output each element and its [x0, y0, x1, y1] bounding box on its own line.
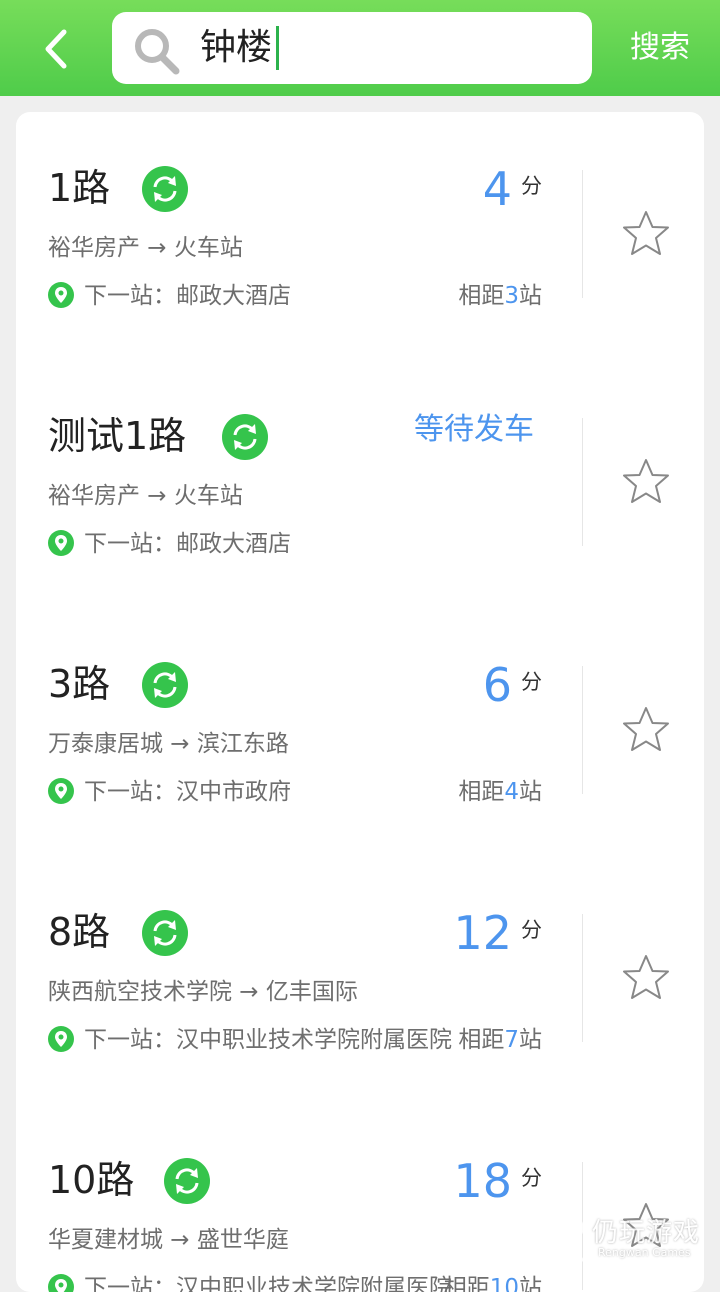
search-query-text[interactable]: 钟楼 — [200, 26, 280, 70]
distance-suffix: 站 — [519, 779, 542, 805]
divider — [582, 170, 583, 298]
eta-value: 12 — [453, 906, 512, 960]
route-direction: 华夏建材城 → 盛世华庭 — [48, 1227, 289, 1253]
refresh-icon[interactable] — [142, 662, 188, 708]
refresh-icon[interactable] — [142, 910, 188, 956]
distance-text: 相距10站 — [444, 1272, 542, 1292]
eta-value: 18 — [453, 1154, 512, 1208]
location-pin-icon — [48, 282, 74, 308]
watermark-title: 仍玩游戏 — [592, 1218, 701, 1248]
route-name: 1路 — [48, 166, 111, 210]
search-button[interactable]: 搜索 — [612, 24, 708, 72]
refresh-icon[interactable] — [164, 1158, 210, 1204]
distance-prefix: 相距 — [443, 1275, 490, 1292]
distance-prefix: 相距 — [458, 1027, 505, 1053]
distance-suffix: 站 — [519, 1027, 542, 1053]
distance-prefix: 相距 — [458, 779, 505, 805]
distance-count: 4 — [504, 779, 519, 805]
refresh-icon[interactable] — [142, 166, 188, 212]
divider — [582, 666, 583, 794]
star-icon[interactable] — [620, 456, 672, 508]
next-stop-label: 下一站： — [84, 779, 176, 805]
route-name: 3路 — [48, 662, 111, 706]
distance-suffix: 站 — [519, 283, 542, 309]
watermark-logo-icon — [544, 1216, 585, 1262]
route-name: 10路 — [48, 1158, 135, 1202]
next-stop-name: 汉中职业技术学院附属医院 — [176, 1275, 452, 1292]
route-list: 1路 4 分 裕华房产 → 火车站 下一站： 邮政大酒店 相距3站 测试1路 等… — [16, 112, 704, 1292]
route-item-3[interactable]: 3路 6 分 万泰康居城 → 滨江东路 下一站： 汉中市政府 相距4站 — [16, 608, 704, 848]
next-stop-name: 邮政大酒店 — [176, 283, 291, 309]
next-stop-row: 下一站： 汉中市政府 — [48, 776, 291, 808]
route-direction: 裕华房产 → 火车站 — [48, 483, 243, 509]
route-item-2[interactable]: 测试1路 等待发车 裕华房产 → 火车站 下一站： 邮政大酒店 — [16, 360, 704, 600]
watermark: 仍玩游戏 Rengwan Games — [540, 1210, 710, 1270]
distance-suffix: 站 — [519, 1275, 542, 1292]
search-input[interactable]: 钟楼 — [112, 12, 592, 84]
distance-text: 相距4站 — [458, 776, 542, 808]
eta-value: 4 — [482, 162, 512, 216]
next-stop-label: 下一站： — [84, 531, 176, 557]
route-item-4[interactable]: 8路 12 分 陕西航空技术学院 → 亿丰国际 下一站： 汉中职业技术学院附属医院… — [16, 856, 704, 1096]
next-stop-label: 下一站： — [84, 283, 176, 309]
search-icon — [135, 29, 180, 75]
route-direction: 陕西航空技术学院 → 亿丰国际 — [48, 979, 358, 1005]
distance-count: 7 — [504, 1027, 519, 1053]
distance-prefix: 相距 — [458, 283, 505, 309]
back-arrow-icon[interactable] — [30, 22, 84, 76]
distance-count: 10 — [489, 1275, 519, 1292]
star-icon[interactable] — [620, 208, 672, 260]
next-stop-row: 下一站： 汉中职业技术学院附属医院 — [48, 1024, 452, 1056]
next-stop-label: 下一站： — [84, 1275, 176, 1292]
status-waiting: 等待发车 — [414, 412, 534, 447]
route-direction: 裕华房产 → 火车站 — [48, 235, 243, 261]
divider — [582, 418, 583, 546]
next-stop-label: 下一站： — [84, 1027, 176, 1053]
next-stop-name: 汉中市政府 — [176, 779, 291, 805]
distance-text: 相距7站 — [458, 1024, 542, 1056]
route-direction: 万泰康居城 → 滨江东路 — [48, 731, 289, 757]
star-icon[interactable] — [620, 704, 672, 756]
next-stop-row: 下一站： 邮政大酒店 — [48, 528, 291, 560]
distance-count: 3 — [504, 283, 519, 309]
route-name: 测试1路 — [48, 414, 187, 458]
location-pin-icon — [48, 1026, 74, 1052]
next-stop-name: 汉中职业技术学院附属医院 — [176, 1027, 452, 1053]
eta-unit: 分 — [521, 174, 542, 198]
next-stop-row: 下一站： 邮政大酒店 — [48, 280, 291, 312]
star-icon[interactable] — [620, 952, 672, 1004]
refresh-icon[interactable] — [222, 414, 268, 460]
next-stop-name: 邮政大酒店 — [176, 531, 291, 557]
eta-value: 6 — [482, 658, 512, 712]
eta-unit: 分 — [521, 670, 542, 694]
top-bar: 钟楼 搜索 — [0, 0, 720, 96]
next-stop-row: 下一站： 汉中职业技术学院附属医院 — [48, 1272, 452, 1292]
location-pin-icon — [48, 778, 74, 804]
route-name: 8路 — [48, 910, 111, 954]
divider — [582, 914, 583, 1042]
eta-unit: 分 — [521, 918, 542, 942]
watermark-subtitle: Rengwan Games — [598, 1246, 691, 1259]
eta-unit: 分 — [521, 1166, 542, 1190]
route-item-1[interactable]: 1路 4 分 裕华房产 → 火车站 下一站： 邮政大酒店 相距3站 — [16, 112, 704, 352]
distance-text: 相距3站 — [458, 280, 542, 312]
location-pin-icon — [48, 530, 74, 556]
location-pin-icon — [48, 1274, 74, 1292]
